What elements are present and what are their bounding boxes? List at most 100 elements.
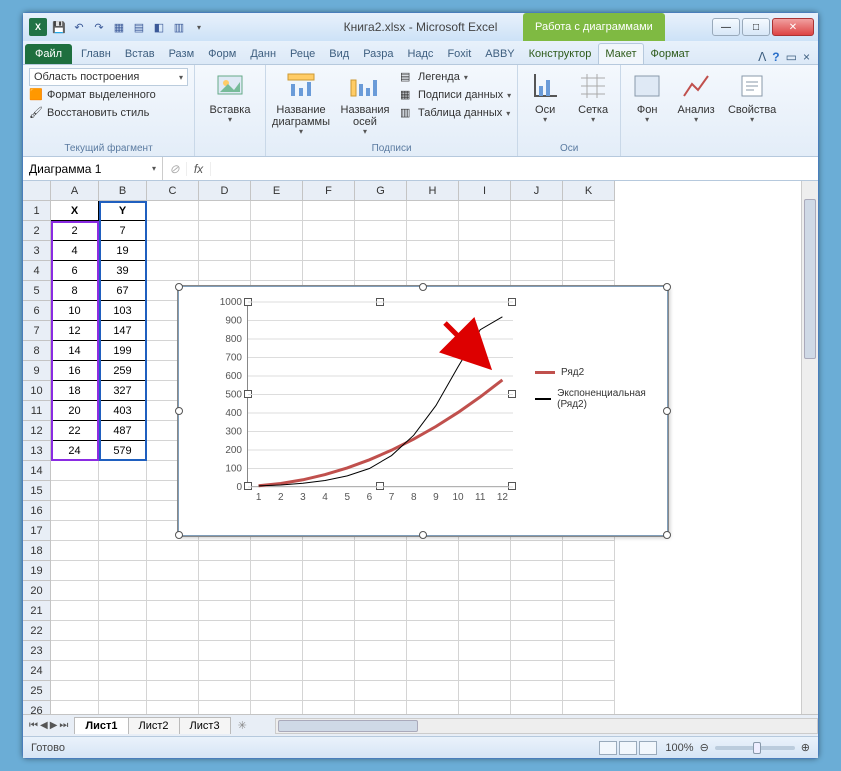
row-header[interactable]: 12 <box>23 421 51 441</box>
cell[interactable]: 327 <box>99 381 147 401</box>
name-box-dropdown-icon[interactable]: ▾ <box>152 164 156 173</box>
cell[interactable]: 19 <box>99 241 147 261</box>
cell[interactable] <box>459 221 511 241</box>
sheet-nav-prev-icon[interactable]: ◀ <box>40 720 48 731</box>
scrollbar-thumb[interactable] <box>804 199 816 359</box>
qat-icon-1[interactable]: ▦ <box>111 19 127 35</box>
ribbon-tab[interactable]: Форм <box>201 43 243 64</box>
chart-series[interactable] <box>259 317 503 486</box>
cell[interactable] <box>99 581 147 601</box>
ribbon-tab[interactable]: Встав <box>118 43 162 64</box>
cell[interactable] <box>355 661 407 681</box>
cell[interactable] <box>303 561 355 581</box>
resize-handle-sw[interactable] <box>175 531 183 539</box>
cell[interactable] <box>147 681 199 701</box>
cell[interactable]: 22 <box>51 421 99 441</box>
close-button[interactable]: ✕ <box>772 18 814 36</box>
cell[interactable] <box>407 681 459 701</box>
sheet-nav-next-icon[interactable]: ▶ <box>50 720 58 731</box>
row-header[interactable]: 2 <box>23 221 51 241</box>
cell[interactable] <box>303 661 355 681</box>
resize-handle-n[interactable] <box>419 283 427 291</box>
row-header[interactable]: 18 <box>23 541 51 561</box>
column-header[interactable]: C <box>147 181 199 201</box>
cell[interactable] <box>251 201 303 221</box>
insert-button[interactable]: Вставка▾ <box>201 68 259 127</box>
cell[interactable] <box>511 221 563 241</box>
minimize-ribbon-icon[interactable]: ᐱ <box>758 50 766 64</box>
cell[interactable] <box>51 601 99 621</box>
legend-button[interactable]: ▤Легенда ▾ <box>400 68 511 86</box>
properties-button[interactable]: Свойства▾ <box>725 68 779 127</box>
row-header[interactable]: 11 <box>23 401 51 421</box>
cell[interactable] <box>199 641 251 661</box>
horizontal-scrollbar[interactable] <box>275 718 818 734</box>
cell[interactable]: 199 <box>99 341 147 361</box>
cell[interactable] <box>251 681 303 701</box>
cell[interactable] <box>563 641 615 661</box>
cell[interactable] <box>99 661 147 681</box>
cell[interactable] <box>459 601 511 621</box>
row-header[interactable]: 10 <box>23 381 51 401</box>
qat-icon-2[interactable]: ▤ <box>131 19 147 35</box>
zoom-slider-thumb[interactable] <box>753 742 761 754</box>
zoom-out-button[interactable]: ⊖ <box>700 741 709 754</box>
ribbon-tab-context[interactable]: Макет <box>598 43 643 64</box>
cell[interactable] <box>199 541 251 561</box>
ribbon-tab[interactable]: Надс <box>400 43 440 64</box>
ribbon-tab-context[interactable]: Формат <box>644 43 697 64</box>
cell[interactable] <box>99 461 147 481</box>
formula-input[interactable] <box>211 162 818 176</box>
column-header[interactable]: H <box>407 181 459 201</box>
cell[interactable] <box>563 581 615 601</box>
cell[interactable] <box>563 541 615 561</box>
cell[interactable] <box>459 201 511 221</box>
column-header[interactable]: I <box>459 181 511 201</box>
cell[interactable] <box>303 221 355 241</box>
cell[interactable] <box>355 261 407 281</box>
cell[interactable]: 487 <box>99 421 147 441</box>
cell[interactable]: 259 <box>99 361 147 381</box>
cell[interactable]: 18 <box>51 381 99 401</box>
row-header[interactable]: 23 <box>23 641 51 661</box>
cell[interactable] <box>99 701 147 714</box>
cell[interactable] <box>563 661 615 681</box>
column-header[interactable]: G <box>355 181 407 201</box>
cell[interactable] <box>99 521 147 541</box>
axes-button[interactable]: Оси▾ <box>524 68 566 127</box>
cell[interactable]: X <box>51 201 99 221</box>
cell[interactable] <box>511 581 563 601</box>
cell[interactable]: 4 <box>51 241 99 261</box>
cell[interactable]: 67 <box>99 281 147 301</box>
cell[interactable] <box>511 241 563 261</box>
save-icon[interactable]: 💾 <box>51 19 67 35</box>
cell[interactable] <box>147 581 199 601</box>
cell[interactable] <box>407 561 459 581</box>
undo-icon[interactable]: ↶ <box>71 19 87 35</box>
row-header[interactable]: 9 <box>23 361 51 381</box>
cell[interactable] <box>251 701 303 714</box>
cell[interactable] <box>199 201 251 221</box>
reset-style-button[interactable]: 🖌Восстановить стиль <box>29 104 188 122</box>
cell[interactable] <box>563 681 615 701</box>
cancel-formula-icon[interactable]: ⊘ <box>163 162 187 176</box>
row-header[interactable]: 4 <box>23 261 51 281</box>
page-layout-view-button[interactable] <box>619 741 637 755</box>
chart-legend[interactable]: Ряд2 Экспоненциальная (Ряд2) <box>535 367 655 420</box>
cell[interactable] <box>511 681 563 701</box>
cell[interactable] <box>407 601 459 621</box>
sheet-nav-first-icon[interactable]: ⏮ <box>29 720 38 731</box>
cell[interactable] <box>51 561 99 581</box>
cell[interactable] <box>355 541 407 561</box>
cell[interactable] <box>459 241 511 261</box>
help-icon[interactable]: ? <box>772 50 779 64</box>
cell[interactable] <box>303 681 355 701</box>
cell[interactable] <box>147 561 199 581</box>
cell[interactable] <box>51 621 99 641</box>
cell[interactable] <box>251 641 303 661</box>
cell[interactable] <box>407 221 459 241</box>
new-sheet-icon[interactable]: ✳ <box>230 719 255 732</box>
cell[interactable] <box>199 681 251 701</box>
qat-icon-3[interactable]: ◧ <box>151 19 167 35</box>
cell[interactable] <box>99 561 147 581</box>
